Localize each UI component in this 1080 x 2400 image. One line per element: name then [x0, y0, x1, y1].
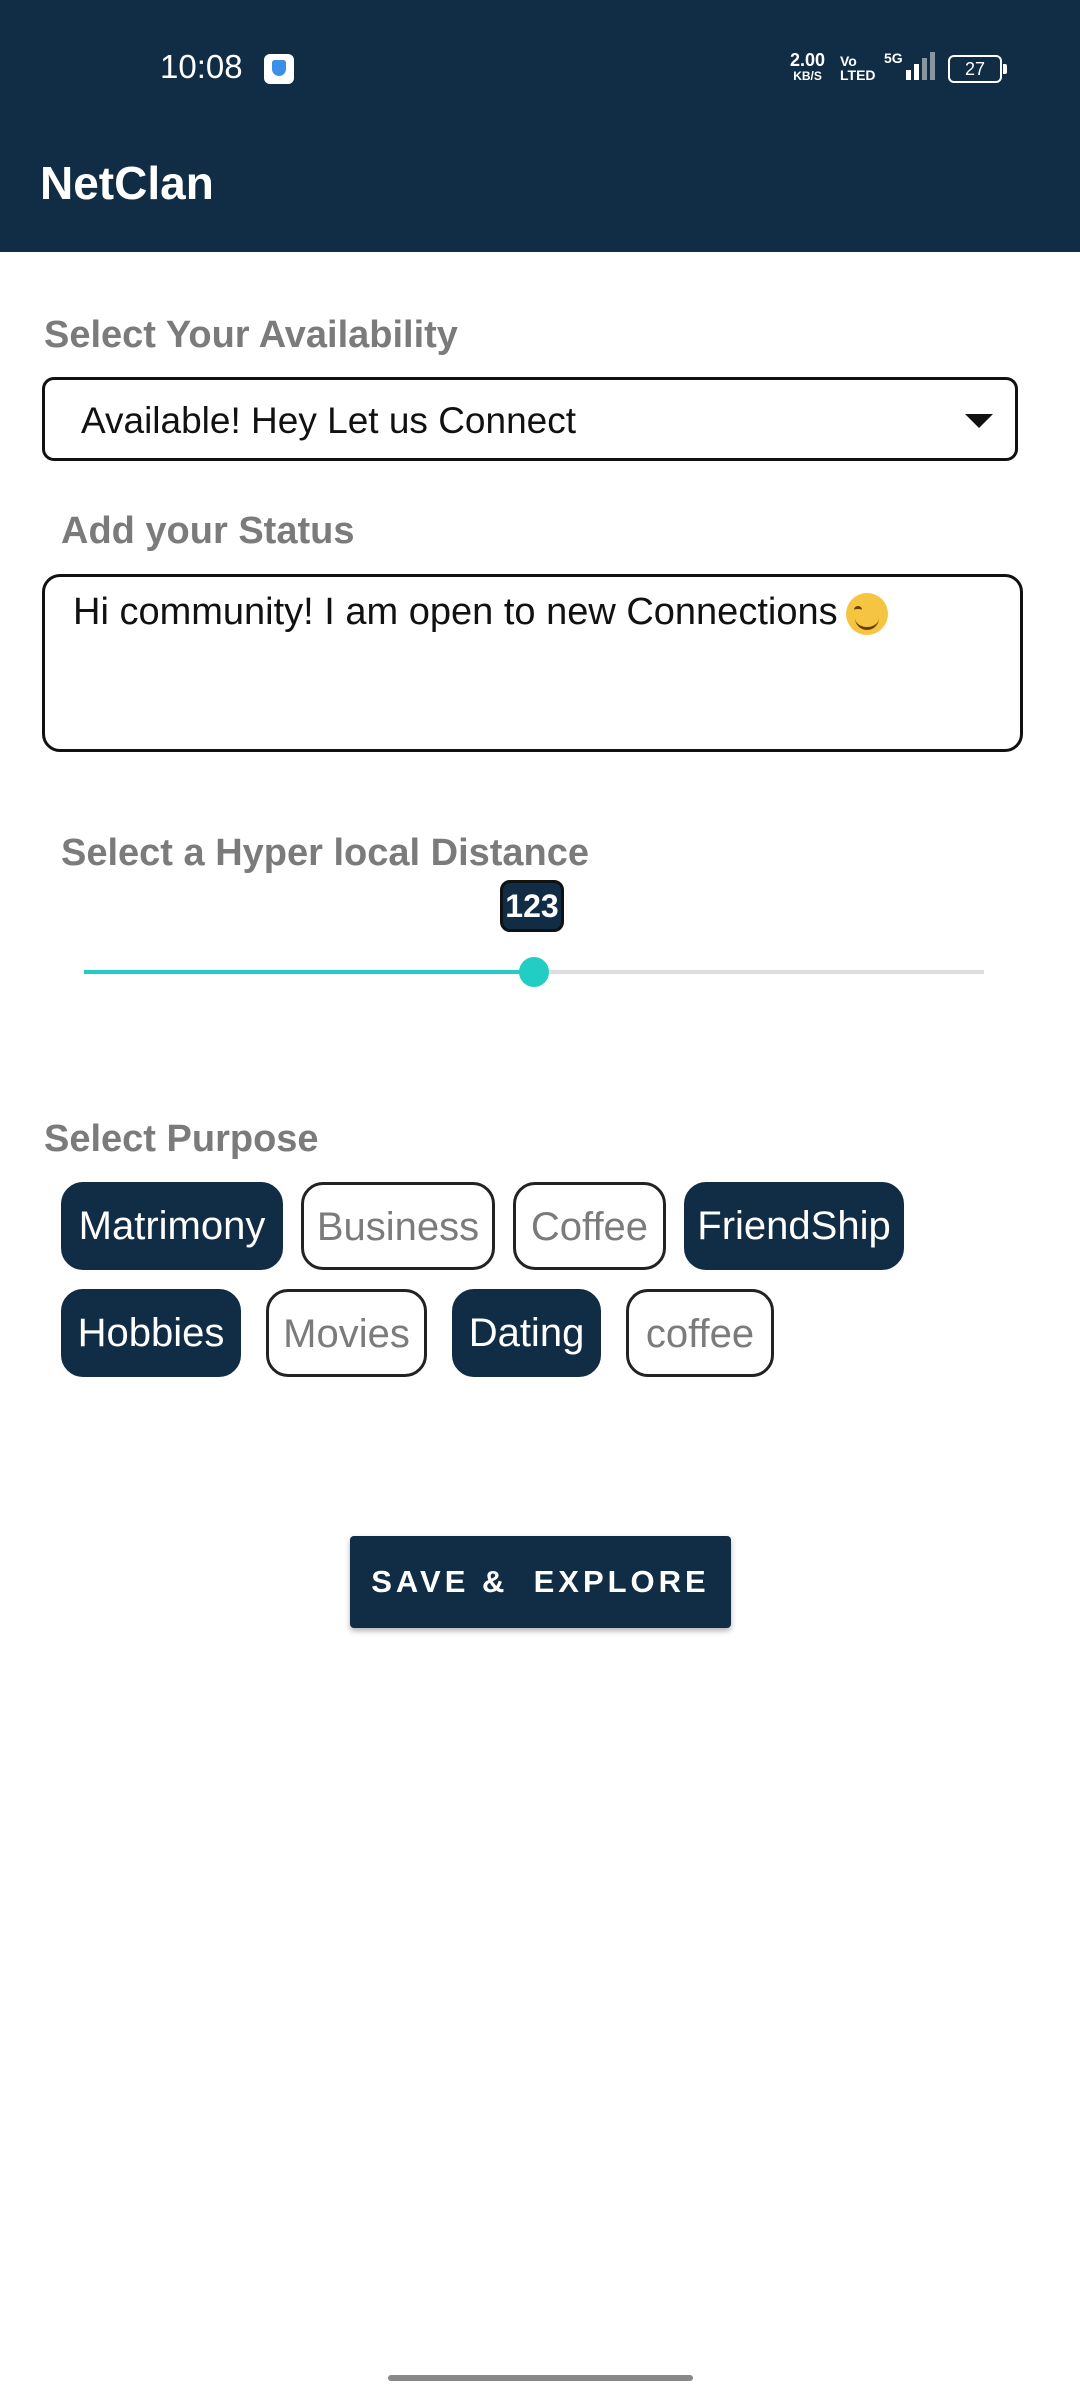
chip-friendship[interactable]: FriendShip	[684, 1182, 904, 1270]
status-label: Add your Status	[61, 510, 355, 552]
chip-business[interactable]: Business	[301, 1182, 495, 1270]
dropdown-arrow-icon	[965, 414, 993, 428]
chip-movies[interactable]: Movies	[266, 1289, 427, 1377]
status-input[interactable]: Hi community! I am open to new Connectio…	[42, 574, 1023, 752]
status-text: Hi community! I am open to new Connectio…	[73, 591, 838, 633]
app-header: 10:08 2.00 KB/S Vo LTED 5G 27 NetClan	[0, 0, 1080, 252]
volte-icon: Vo LTED	[840, 53, 876, 83]
signal-icon: 5G	[884, 50, 938, 82]
network-speed-value: 2.00	[790, 50, 826, 70]
network-type: 5G	[884, 50, 903, 66]
chip-matrimony[interactable]: Matrimony	[61, 1182, 283, 1270]
app-title: NetClan	[40, 157, 214, 209]
battery-level: 27	[964, 59, 986, 79]
network-speed-unit: KB/S	[793, 69, 822, 83]
availability-selected: Available! Hey Let us Connect	[81, 400, 577, 441]
slider-fill	[84, 970, 534, 974]
distance-label: Select a Hyper local Distance	[61, 832, 590, 874]
battery-icon: 27	[948, 55, 1007, 83]
chip-coffee-lowercase[interactable]: coffee	[626, 1289, 774, 1377]
smile-emoji-icon	[845, 592, 888, 635]
chip-coffee[interactable]: Coffee	[513, 1182, 666, 1270]
slider-thumb[interactable]	[519, 957, 549, 987]
home-indicator[interactable]	[388, 2375, 693, 2381]
chip-hobbies[interactable]: Hobbies	[61, 1289, 241, 1377]
shield-icon	[264, 54, 294, 84]
availability-dropdown[interactable]: Available! Hey Let us Connect	[42, 377, 1018, 461]
availability-label: Select Your Availability	[44, 314, 458, 356]
chip-dating[interactable]: Dating	[452, 1289, 601, 1377]
network-speed: 2.00 KB/S	[790, 50, 826, 84]
save-explore-button[interactable]: SAVE & EXPLORE	[350, 1536, 731, 1628]
status-time: 10:08	[160, 48, 243, 85]
distance-value-bubble: 123	[500, 880, 564, 932]
status-text-row: Hi community! I am open to new Connectio…	[73, 591, 888, 635]
purpose-label: Select Purpose	[44, 1118, 319, 1160]
